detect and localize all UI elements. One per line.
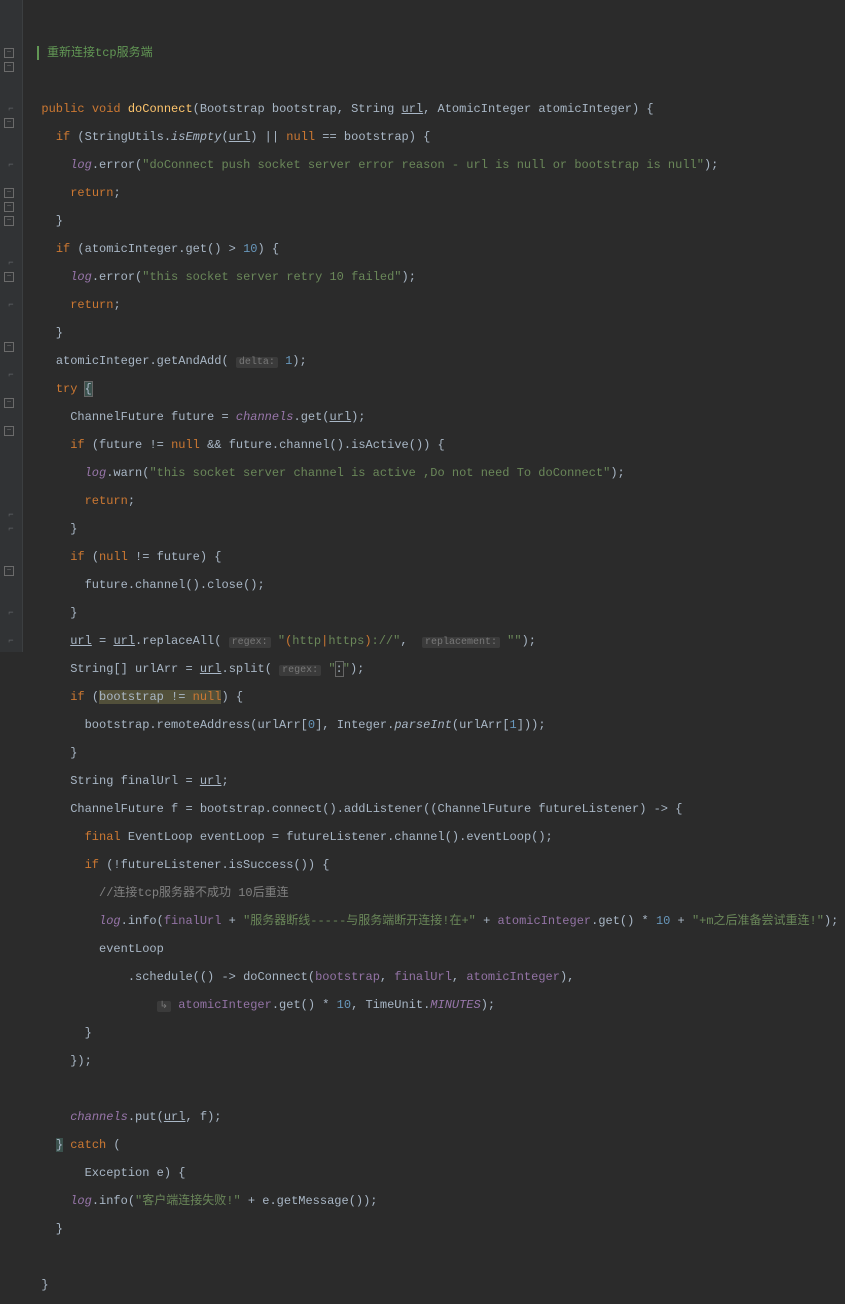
- code-line: future.channel().close();: [23, 578, 845, 592]
- code-editor[interactable]: − − ⌐ − ⌐ − − − ⌐ − ⌐ − ⌐ − − ⌐ ⌐: [0, 0, 845, 652]
- code-line: }: [23, 1026, 845, 1040]
- fold-icon[interactable]: −: [4, 566, 14, 576]
- code-line: }: [23, 214, 845, 228]
- fold-icon[interactable]: −: [4, 188, 14, 198]
- param-hint: regex:: [279, 665, 321, 676]
- code-line: ↳ atomicInteger.get() * 10, TimeUnit.MIN…: [23, 998, 845, 1012]
- code-line: atomicInteger.getAndAdd( delta: 1);: [23, 354, 845, 368]
- code-line: ChannelFuture f = bootstrap.connect().ad…: [23, 802, 845, 816]
- param-hint: regex:: [229, 637, 271, 648]
- code-content[interactable]: 重新连接tcp服务端 public void doConnect(Bootstr…: [23, 0, 845, 652]
- code-line: return;: [23, 298, 845, 312]
- code-line: if (StringUtils.isEmpty(url) || null == …: [23, 130, 845, 144]
- code-line: log.info("客户端连接失败!" + e.getMessage());: [23, 1194, 845, 1208]
- code-line: Exception e) {: [23, 1166, 845, 1180]
- fold-icon[interactable]: −: [4, 216, 14, 226]
- code-line: }: [23, 326, 845, 340]
- fold-icon[interactable]: −: [4, 272, 14, 282]
- code-line: String[] urlArr = url.split( regex: ":")…: [23, 662, 845, 676]
- code-line: log.error("this socket server retry 10 f…: [23, 270, 845, 284]
- fold-icon[interactable]: −: [4, 342, 14, 352]
- code-line: if (atomicInteger.get() > 10) {: [23, 242, 845, 256]
- code-line: bootstrap.remoteAddress(urlArr[0], Integ…: [23, 718, 845, 732]
- code-line: return;: [23, 186, 845, 200]
- code-line: }: [23, 606, 845, 620]
- javadoc-line: 重新连接tcp服务端: [37, 46, 845, 60]
- code-line: //连接tcp服务器不成功 10后重连: [23, 886, 845, 900]
- fold-icon[interactable]: −: [4, 202, 14, 212]
- code-line: if (!futureListener.isSuccess()) {: [23, 858, 845, 872]
- code-line: .schedule(() -> doConnect(bootstrap, fin…: [23, 970, 845, 984]
- code-line: final EventLoop eventLoop = futureListen…: [23, 830, 845, 844]
- fold-icon[interactable]: −: [4, 62, 14, 72]
- fold-icon[interactable]: −: [4, 398, 14, 408]
- code-line: if (null != future) {: [23, 550, 845, 564]
- lambda-hint: ↳: [157, 1001, 171, 1012]
- code-line: url = url.replaceAll( regex: "(http|http…: [23, 634, 845, 648]
- param-hint: delta:: [236, 357, 278, 368]
- fold-icon[interactable]: −: [4, 48, 14, 58]
- code-line: }: [23, 1278, 845, 1292]
- code-line: String finalUrl = url;: [23, 774, 845, 788]
- code-line: ChannelFuture future = channels.get(url)…: [23, 410, 845, 424]
- code-line: public void doConnect(Bootstrap bootstra…: [23, 102, 845, 116]
- code-line: log.info(finalUrl + "服务器断线-----与服务端断开连接!…: [23, 914, 845, 928]
- gutter: − − ⌐ − ⌐ − − − ⌐ − ⌐ − ⌐ − − ⌐ ⌐: [0, 0, 23, 652]
- code-line: }: [23, 522, 845, 536]
- code-line: });: [23, 1054, 845, 1068]
- code-line: }: [23, 1222, 845, 1236]
- code-line: channels.put(url, f);: [23, 1110, 845, 1124]
- code-line: try {: [23, 382, 845, 396]
- code-line: if (future != null && future.channel().i…: [23, 438, 845, 452]
- code-line: log.error("doConnect push socket server …: [23, 158, 845, 172]
- code-line: log.warn("this socket server channel is …: [23, 466, 845, 480]
- code-line: return;: [23, 494, 845, 508]
- code-line: } catch (: [23, 1138, 845, 1152]
- fold-icon[interactable]: −: [4, 426, 14, 436]
- code-line: if (bootstrap != null) {: [23, 690, 845, 704]
- code-line: eventLoop: [23, 942, 845, 956]
- code-line: }: [23, 746, 845, 760]
- fold-icon[interactable]: −: [4, 118, 14, 128]
- param-hint: replacement:: [422, 637, 500, 648]
